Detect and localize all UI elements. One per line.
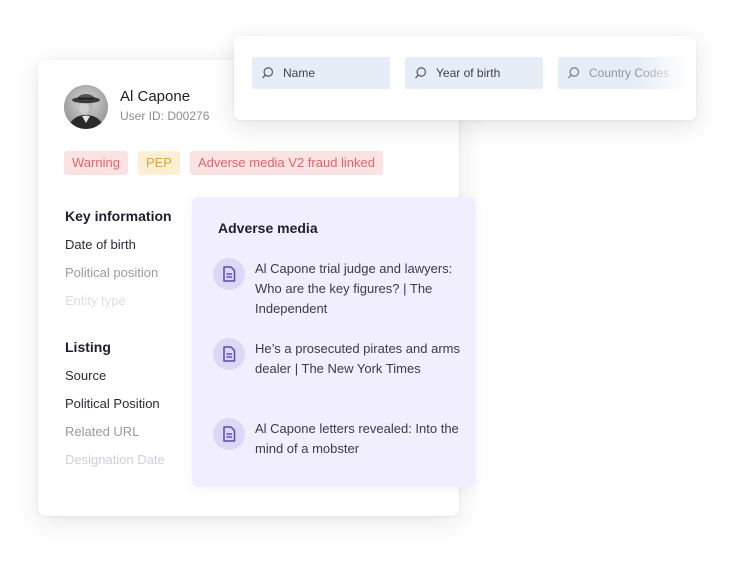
media-item-title: Al Capone letters revealed: Into the min…: [255, 421, 459, 456]
media-item-title: Al Capone trial judge and lawyers: Who a…: [255, 261, 453, 316]
search-field-year-label: Year of birth: [436, 66, 501, 80]
search-field-year-of-birth[interactable]: Year of birth: [405, 57, 543, 89]
user-name: Al Capone: [120, 88, 191, 105]
search-filter-card: Name Year of birth Country Codes: [234, 36, 696, 120]
media-item-title: He’s a prosecuted pirates and arms deale…: [255, 341, 460, 376]
avatar-photo: [64, 85, 108, 129]
search-icon: [262, 67, 274, 79]
key-information-title: Key information: [65, 208, 172, 224]
field-related-url: Related URL: [65, 424, 140, 439]
document-icon: [213, 418, 245, 450]
search-field-name-label: Name: [283, 66, 316, 80]
document-icon: [213, 338, 245, 370]
fade-overlay: [638, 36, 696, 120]
search-field-name[interactable]: Name: [252, 57, 390, 89]
badge-row: Warning PEP Adverse media V2 fraud linke…: [64, 151, 383, 175]
field-date-of-birth: Date of birth: [65, 237, 136, 252]
field-political-position: Political position: [65, 265, 159, 280]
field-designation-date: Designation Date: [65, 452, 165, 467]
search-icon: [415, 67, 427, 79]
badge-pep: PEP: [137, 151, 180, 175]
adverse-media-title: Adverse media: [218, 220, 318, 236]
field-source: Source: [65, 368, 107, 383]
listing-title: Listing: [65, 339, 111, 355]
avatar: [64, 85, 108, 129]
field-political-position-listing: Political Position: [65, 396, 160, 411]
badge-adverse-media: Adverse media V2 fraud linked: [189, 151, 383, 175]
user-id: User ID: D00276: [120, 109, 210, 123]
adverse-media-panel: Adverse media Al Capone trial judge and …: [192, 197, 475, 487]
stage: Al Capone User ID: D00276 Warning PEP Ad…: [0, 0, 737, 574]
field-entity-type: Entity type: [65, 293, 126, 308]
document-icon: [213, 258, 245, 290]
search-icon: [568, 67, 580, 79]
badge-warning: Warning: [64, 151, 128, 175]
